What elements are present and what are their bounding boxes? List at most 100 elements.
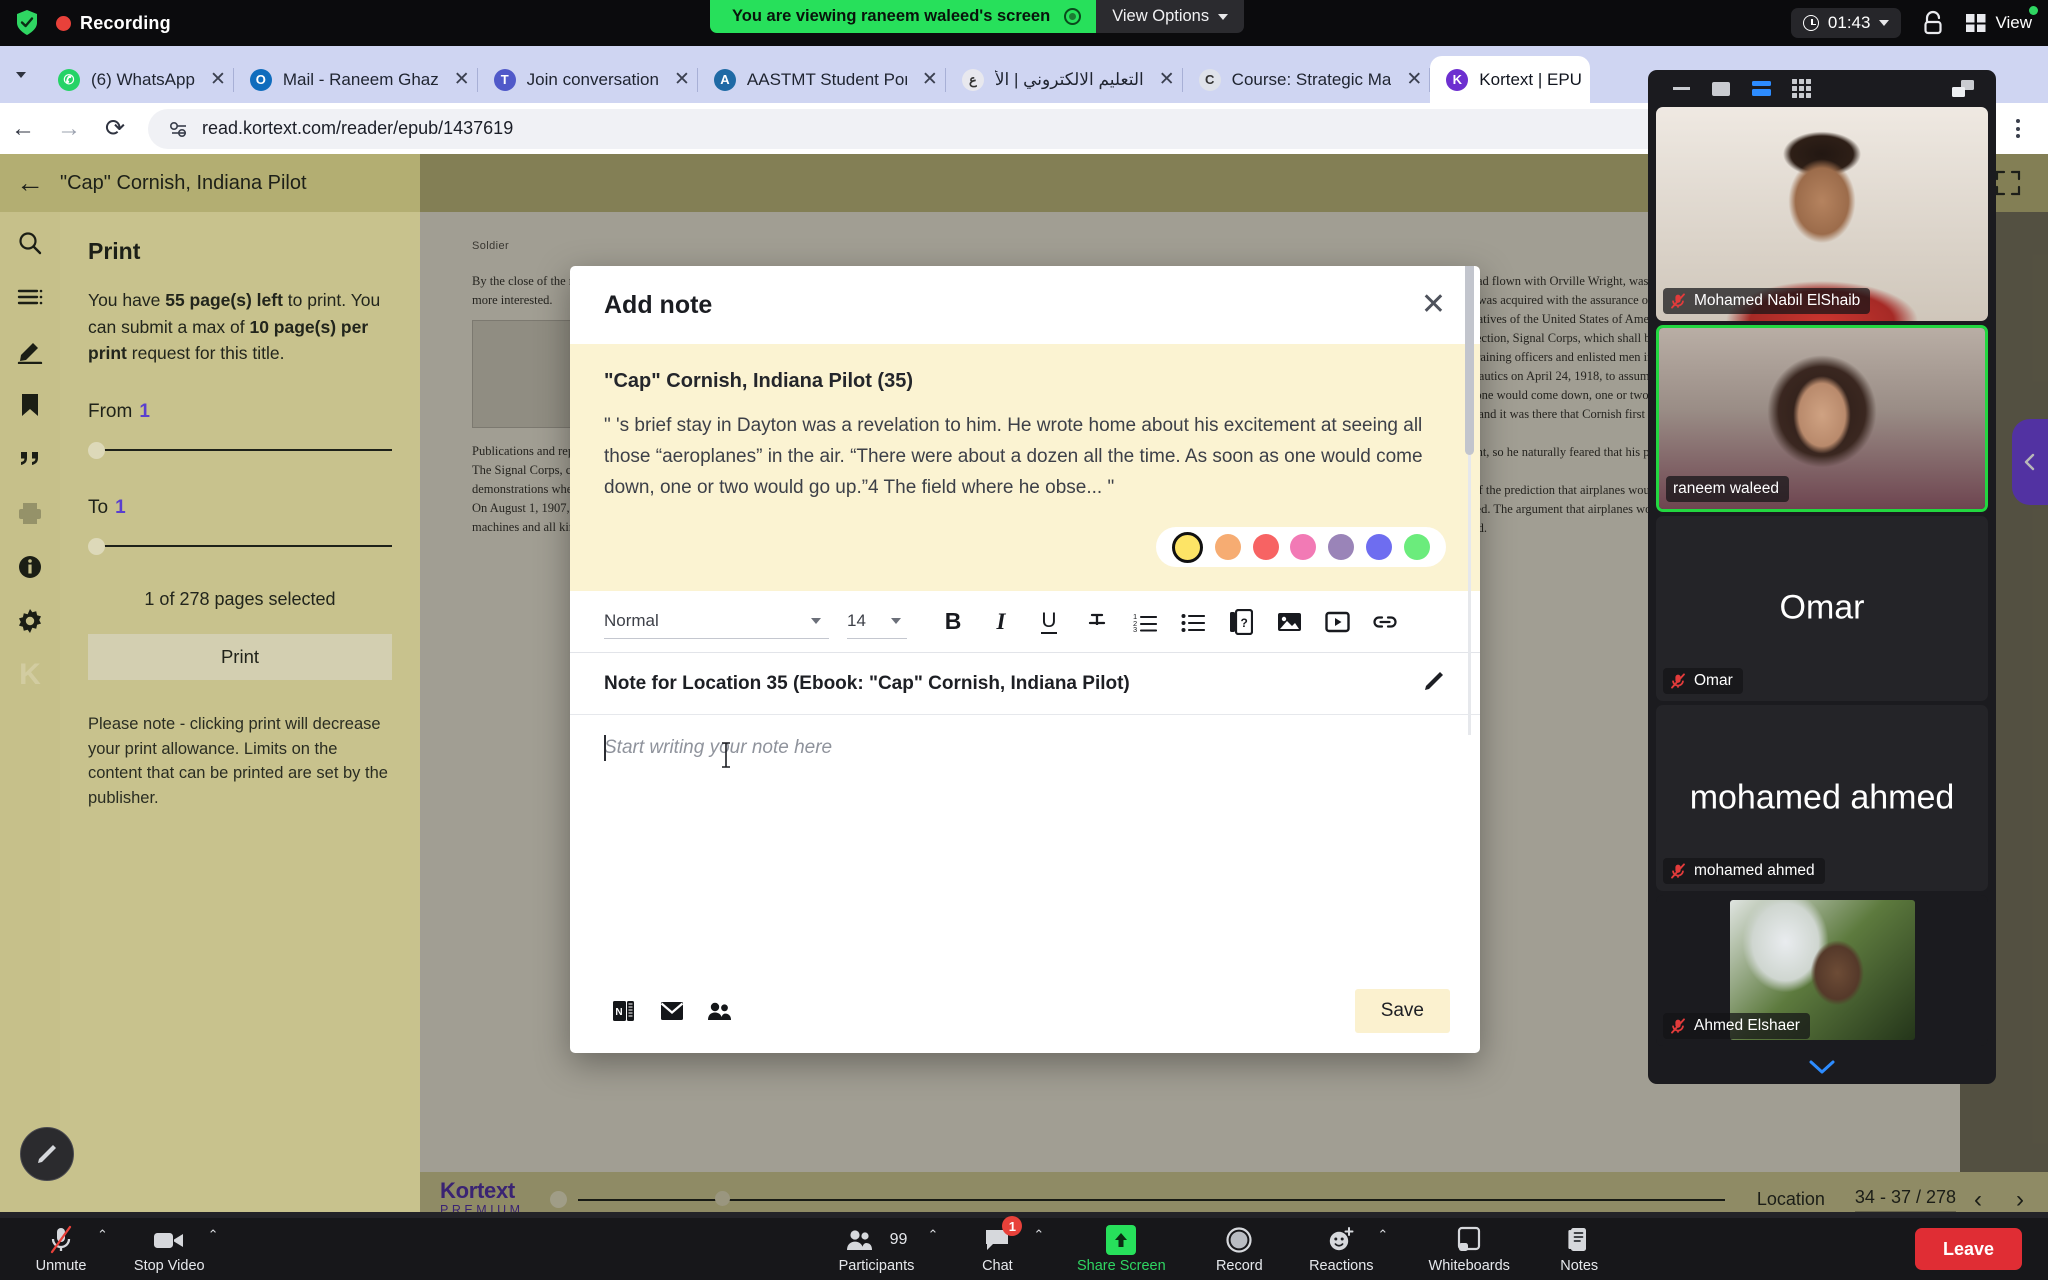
stop-video-button[interactable]: Stop Video — [134, 1218, 205, 1280]
meeting-timer[interactable]: 01:43 — [1790, 8, 1902, 38]
video-options-chevron-icon[interactable]: ⌃ — [208, 1227, 219, 1243]
reactions-button[interactable]: Reactions — [1308, 1218, 1374, 1280]
forward-button[interactable]: → — [46, 106, 92, 152]
bold-button[interactable]: B — [929, 600, 977, 644]
strikethrough-button[interactable] — [1073, 600, 1121, 644]
close-icon[interactable]: ✕ — [674, 68, 690, 91]
contents-icon[interactable] — [13, 280, 47, 314]
clock-icon — [1802, 15, 1819, 31]
settings-gear-icon[interactable] — [13, 604, 47, 638]
lock-icon[interactable] — [1921, 10, 1945, 36]
color-swatch-blue[interactable] — [1366, 534, 1393, 561]
back-button[interactable]: ← — [0, 106, 46, 152]
whiteboards-button[interactable]: Whiteboards — [1418, 1218, 1520, 1280]
ibeam-cursor-icon — [720, 741, 732, 769]
browser-tab[interactable]: O Mail - Raneem Ghaz ✕ — [234, 56, 478, 103]
email-icon[interactable] — [648, 990, 696, 1032]
color-swatch-pink[interactable] — [1290, 534, 1317, 561]
security-shield-icon[interactable] — [14, 8, 40, 38]
color-swatch-yellow[interactable] — [1171, 531, 1203, 563]
to-slider[interactable] — [88, 533, 392, 559]
quote-text: " 's brief stay in Dayton was a revelati… — [604, 415, 1423, 498]
view-options-button[interactable]: View Options — [1096, 0, 1245, 33]
participant-tile[interactable]: mohamed ahmed mohamed ahmed — [1656, 705, 1988, 891]
scroll-down-chevron-icon[interactable] — [1648, 1050, 1996, 1084]
reader-back-button[interactable]: ← — [0, 167, 60, 199]
note-editor[interactable]: Start writing your note here — [570, 266, 1480, 969]
text-style-select[interactable]: Normal — [604, 605, 829, 639]
image-button[interactable] — [1265, 600, 1313, 644]
unmute-button[interactable]: Unmute — [28, 1218, 94, 1280]
browser-tab[interactable]: A AASTMT Student Por ✕ — [698, 56, 946, 103]
gallery-view-icon[interactable] — [1790, 79, 1812, 98]
highlight-quote-box: "Cap" Cornish, Indiana Pilot (35) " 's b… — [570, 344, 1480, 592]
browser-tab[interactable]: C Course: Strategic Ma ✕ — [1183, 56, 1431, 103]
notes-button[interactable]: Notes — [1546, 1218, 1612, 1280]
ordered-list-button[interactable]: 123 — [1121, 600, 1169, 644]
reactions-options-chevron-icon[interactable]: ⌃ — [1377, 1227, 1388, 1243]
annotation-pencil-button[interactable] — [20, 1127, 74, 1181]
color-swatch-green[interactable] — [1403, 534, 1430, 561]
save-button[interactable]: Save — [1354, 989, 1450, 1033]
participants-options-chevron-icon[interactable]: ⌃ — [928, 1227, 939, 1243]
minimize-icon[interactable] — [1670, 80, 1692, 98]
print-icon[interactable] — [13, 496, 47, 530]
participant-display-name: Omar — [1779, 588, 1865, 627]
from-slider-thumb[interactable] — [88, 441, 105, 459]
close-icon[interactable]: ✕ — [1159, 68, 1175, 91]
quote-icon[interactable] — [13, 442, 47, 476]
browser-menu-button[interactable] — [1998, 109, 2038, 149]
browser-tab[interactable]: ع التعليم الالكتروني | الأ ✕ — [946, 56, 1183, 103]
flashcard-button[interactable]: ? — [1217, 600, 1265, 644]
close-icon[interactable]: ✕ — [1406, 68, 1422, 91]
underline-button[interactable]: U — [1025, 600, 1073, 644]
close-icon[interactable]: ✕ — [1421, 290, 1446, 320]
leave-button[interactable]: Leave — [1914, 1228, 2022, 1270]
participant-tile-active-speaker[interactable]: raneem waleed — [1656, 324, 1988, 512]
share-people-icon[interactable] — [696, 990, 744, 1032]
participant-tile[interactable]: Mohamed Nabil ElShaib — [1656, 107, 1988, 321]
from-slider[interactable] — [88, 437, 392, 463]
search-icon[interactable] — [13, 226, 47, 260]
color-swatch-orange[interactable] — [1214, 534, 1241, 561]
highlight-pen-icon[interactable] — [13, 334, 47, 368]
window-view-icon[interactable] — [1710, 80, 1732, 98]
browser-tab[interactable]: T Join conversation ✕ — [478, 56, 699, 103]
color-swatch-red[interactable] — [1252, 534, 1279, 561]
print-line1-post: to print. — [282, 290, 347, 310]
record-button[interactable]: Record — [1206, 1218, 1272, 1280]
edit-pencil-icon[interactable] — [1422, 669, 1446, 698]
chat-button[interactable]: Chat 1 — [964, 1216, 1030, 1280]
close-icon[interactable]: ✕ — [922, 68, 938, 91]
participant-tile[interactable]: Ahmed Elshaer — [1656, 894, 1988, 1046]
browser-tab-active[interactable]: K Kortext | EPU — [1430, 56, 1590, 103]
close-icon[interactable]: ✕ — [210, 68, 226, 91]
color-swatch-purple[interactable] — [1328, 534, 1355, 561]
to-slider-thumb[interactable] — [88, 537, 105, 555]
audio-options-chevron-icon[interactable]: ⌃ — [97, 1227, 108, 1243]
italic-button[interactable]: I — [977, 600, 1025, 644]
muted-mic-icon — [1670, 293, 1686, 309]
bookmark-icon[interactable] — [13, 388, 47, 422]
speaker-view-icon[interactable] — [1750, 80, 1772, 98]
link-button[interactable] — [1361, 600, 1409, 644]
scrollbar-thumb[interactable] — [1465, 266, 1474, 456]
share-screen-button[interactable]: Share Screen — [1072, 1218, 1170, 1280]
info-icon[interactable] — [13, 550, 47, 584]
browser-tab[interactable]: ✆ (6) WhatsApp ✕ — [42, 56, 234, 103]
tab-search-button[interactable] — [0, 46, 42, 103]
close-icon[interactable]: ✕ — [454, 68, 470, 91]
dialog-scrollbar[interactable] — [1465, 266, 1474, 736]
font-size-select[interactable]: 14 — [847, 605, 907, 639]
picture-in-picture-icon[interactable] — [1952, 80, 1974, 97]
chat-options-chevron-icon[interactable]: ⌃ — [1033, 1227, 1044, 1243]
bullet-list-button[interactable] — [1169, 600, 1217, 644]
notes-label: Notes — [1560, 1257, 1599, 1274]
onenote-icon[interactable]: N — [600, 990, 648, 1032]
reload-button[interactable]: ⟳ — [92, 106, 138, 152]
video-button[interactable] — [1313, 600, 1361, 644]
participant-tile[interactable]: Omar Omar — [1656, 515, 1988, 702]
print-button[interactable]: Print — [88, 633, 392, 680]
view-layout-button[interactable]: View — [1965, 6, 2038, 34]
participants-button[interactable]: 99 Participants — [829, 1218, 925, 1280]
